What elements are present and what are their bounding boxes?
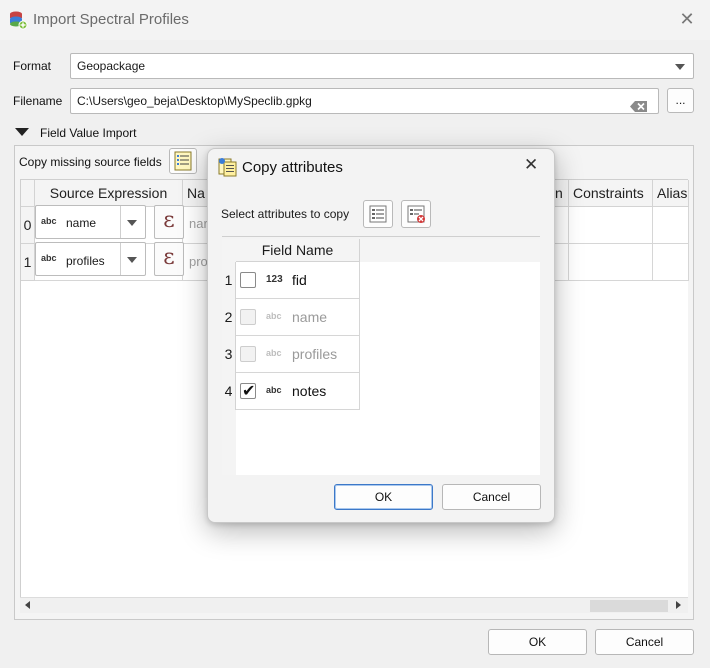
list-item: abc profiles bbox=[236, 336, 360, 373]
string-type-icon: abc bbox=[41, 216, 57, 226]
string-type-icon: abc bbox=[41, 253, 57, 263]
window-title: Import Spectral Profiles bbox=[33, 11, 189, 28]
row-number: 1 bbox=[21, 244, 35, 281]
field-list-icon bbox=[174, 151, 192, 174]
row-number: 4 bbox=[222, 373, 236, 410]
name-preview: nar bbox=[189, 216, 208, 231]
format-label: Format bbox=[13, 59, 52, 73]
integer-type-icon: 123 bbox=[266, 274, 283, 285]
expression-value: name bbox=[66, 216, 97, 230]
field-name: name bbox=[292, 309, 328, 325]
string-type-icon: abc bbox=[266, 385, 282, 395]
row-number: 2 bbox=[222, 299, 236, 336]
header-alias[interactable]: Alias bbox=[653, 180, 689, 207]
expression-builder-button[interactable]: ε bbox=[154, 205, 184, 239]
corner-cell bbox=[21, 180, 35, 207]
close-icon[interactable]: ✕ bbox=[524, 155, 538, 175]
source-expression-combo[interactable]: abc profiles bbox=[35, 242, 146, 276]
scrollbar-thumb[interactable] bbox=[590, 600, 668, 612]
browse-button[interactable]: ... bbox=[667, 88, 694, 113]
deselect-all-icon bbox=[406, 205, 426, 227]
row-number: 3 bbox=[222, 336, 236, 373]
combo-divider bbox=[120, 243, 121, 275]
row-number: 0 bbox=[21, 207, 35, 244]
close-icon[interactable]: ✕ bbox=[676, 9, 698, 31]
copy-missing-label: Copy missing source fields bbox=[19, 155, 162, 169]
filename-input[interactable]: C:\Users\geo_beja\Desktop\MySpeclib.gpkg bbox=[70, 88, 659, 114]
ok-button[interactable]: OK bbox=[488, 629, 587, 655]
chevron-down-icon[interactable] bbox=[127, 220, 137, 226]
select-all-icon bbox=[368, 205, 388, 227]
filename-value: C:\Users\geo_beja\Desktop\MySpeclib.gpkg bbox=[77, 94, 312, 108]
cancel-button[interactable]: Cancel bbox=[595, 629, 694, 655]
format-value: Geopackage bbox=[77, 59, 146, 73]
field-name: notes bbox=[292, 383, 327, 399]
chevron-down-icon[interactable] bbox=[127, 257, 137, 263]
field-name: fid bbox=[292, 272, 307, 288]
header-constraints[interactable]: Constraints bbox=[569, 180, 653, 207]
select-all-button[interactable] bbox=[363, 200, 393, 228]
expression-value: profiles bbox=[66, 254, 105, 268]
field-import-title: Field Value Import bbox=[40, 126, 137, 140]
format-select[interactable]: Geopackage bbox=[70, 53, 694, 79]
source-expression-combo[interactable]: abc name bbox=[35, 205, 146, 239]
horizontal-scrollbar[interactable] bbox=[20, 597, 688, 613]
row-number: 1 bbox=[222, 262, 236, 299]
collapse-arrow-icon[interactable] bbox=[15, 128, 29, 136]
field-checkbox bbox=[240, 309, 256, 325]
string-type-icon: abc bbox=[266, 311, 282, 321]
copy-attributes-dialog: Copy attributes ✕ Select attributes to c… bbox=[207, 148, 555, 523]
divider bbox=[222, 236, 540, 237]
field-checkbox[interactable] bbox=[240, 272, 256, 288]
dialog-ok-button[interactable]: OK bbox=[334, 484, 433, 510]
string-type-icon: abc bbox=[266, 348, 282, 358]
field-checkbox bbox=[240, 346, 256, 362]
list-item[interactable]: ✔ abc notes bbox=[236, 373, 360, 410]
header-field-name[interactable]: Field Name bbox=[236, 239, 360, 262]
dialog-title: Copy attributes bbox=[242, 159, 343, 176]
deselect-all-button[interactable] bbox=[401, 200, 431, 228]
copy-missing-fields-button[interactable] bbox=[169, 148, 197, 174]
scroll-right-icon[interactable] bbox=[676, 601, 681, 609]
filename-label: Filename bbox=[13, 94, 63, 108]
checkmark-icon: ✔ bbox=[242, 383, 256, 400]
field-checkbox[interactable]: ✔ bbox=[240, 383, 256, 400]
list-item[interactable]: 123 fid bbox=[236, 262, 360, 299]
expression-builder-button[interactable]: ε bbox=[154, 242, 184, 276]
database-stack-icon bbox=[8, 10, 28, 30]
table-cell bbox=[653, 244, 689, 281]
field-list[interactable]: Field Name 1 123 fid 2 abc name 3 abc pr… bbox=[222, 239, 540, 475]
name-preview: pro bbox=[189, 254, 208, 269]
field-name: profiles bbox=[292, 346, 338, 362]
scroll-left-icon[interactable] bbox=[25, 601, 30, 609]
copy-attributes-icon bbox=[218, 157, 238, 180]
table-cell bbox=[569, 244, 653, 281]
chevron-down-icon bbox=[675, 64, 685, 70]
list-item: abc name bbox=[236, 299, 360, 336]
dialog-cancel-button[interactable]: Cancel bbox=[442, 484, 541, 510]
select-attributes-label: Select attributes to copy bbox=[221, 207, 350, 221]
clear-text-icon[interactable] bbox=[630, 96, 648, 120]
table-cell bbox=[653, 207, 689, 244]
combo-divider bbox=[120, 206, 121, 238]
table-cell bbox=[569, 207, 653, 244]
header-source-expression[interactable]: Source Expression bbox=[35, 180, 183, 207]
